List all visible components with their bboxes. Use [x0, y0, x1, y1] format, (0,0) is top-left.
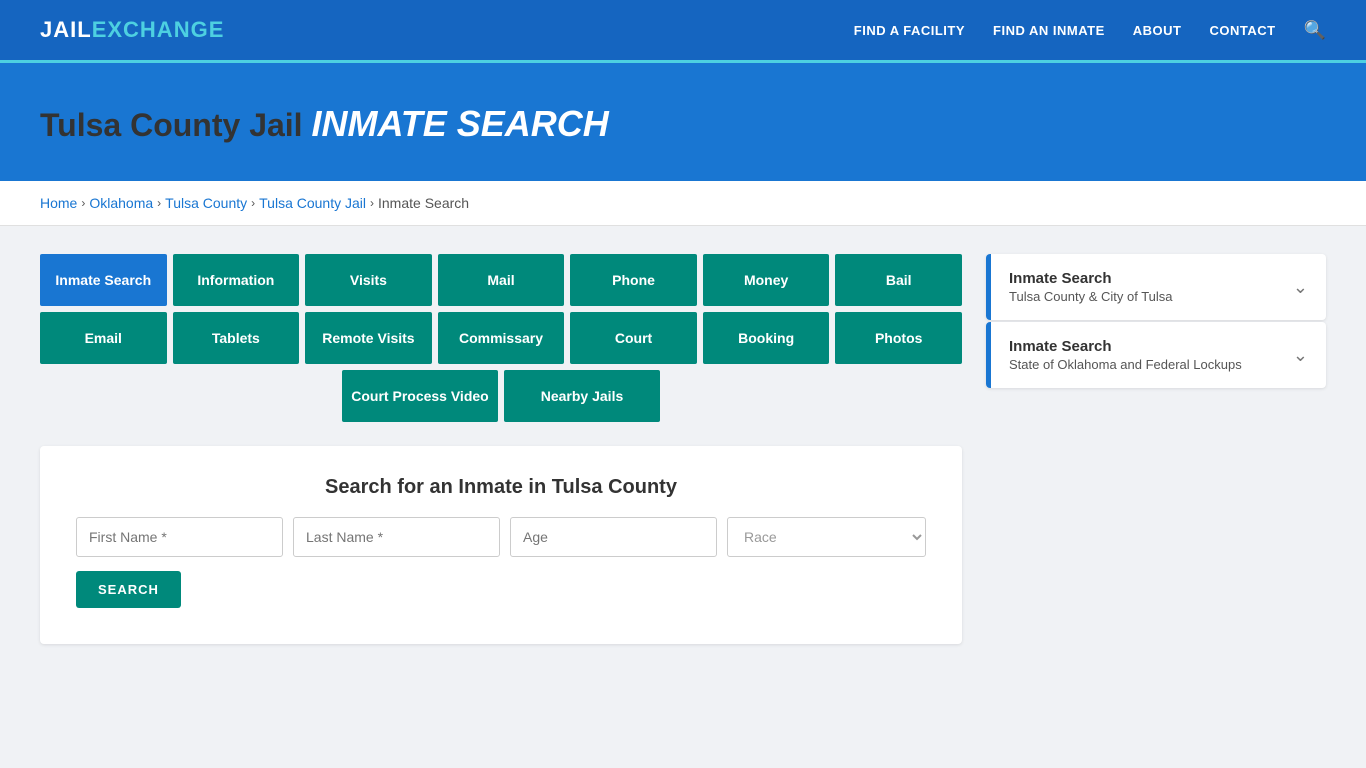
sidebar-card-tulsa-title: Inmate Search — [1009, 270, 1173, 287]
sidebar-card-oklahoma-title: Inmate Search — [1009, 338, 1242, 355]
btn-commissary[interactable]: Commissary — [438, 312, 565, 364]
race-select[interactable]: Race White Black Hispanic Asian Native A… — [727, 517, 926, 557]
right-panel: Inmate Search Tulsa County & City of Tul… — [986, 254, 1326, 390]
hero-title-main: Tulsa County Jail — [40, 107, 303, 143]
logo-exchange: EXCHANGE — [92, 17, 225, 43]
search-button[interactable]: SEARCH — [76, 571, 181, 608]
navbar-links: FIND A FACILITY FIND AN INMATE ABOUT CON… — [854, 20, 1326, 41]
search-box: Search for an Inmate in Tulsa County Rac… — [40, 446, 962, 644]
breadcrumb-home[interactable]: Home — [40, 195, 77, 211]
nav-about[interactable]: ABOUT — [1133, 23, 1182, 38]
breadcrumb-sep-3: › — [370, 196, 374, 210]
nav-contact[interactable]: CONTACT — [1209, 23, 1275, 38]
breadcrumb-tulsa-county[interactable]: Tulsa County — [165, 195, 247, 211]
nav-find-an-inmate[interactable]: FIND AN INMATE — [993, 23, 1105, 38]
last-name-input[interactable] — [293, 517, 500, 557]
search-box-title: Search for an Inmate in Tulsa County — [76, 476, 926, 499]
btn-tablets[interactable]: Tablets — [173, 312, 300, 364]
breadcrumb: Home › Oklahoma › Tulsa County › Tulsa C… — [40, 195, 1326, 211]
nav-find-a-facility[interactable]: FIND A FACILITY — [854, 23, 965, 38]
btn-photos[interactable]: Photos — [835, 312, 962, 364]
hero-section: Tulsa County Jail INMATE SEARCH — [0, 63, 1366, 181]
btn-nearby-jails[interactable]: Nearby Jails — [504, 370, 660, 422]
btn-inmate-search[interactable]: Inmate Search — [40, 254, 167, 306]
btn-mail[interactable]: Mail — [438, 254, 565, 306]
breadcrumb-sep-2: › — [251, 196, 255, 210]
logo-jail: JAIL — [40, 17, 92, 43]
page-title: Tulsa County Jail INMATE SEARCH — [40, 103, 1326, 145]
breadcrumb-sep-0: › — [81, 196, 85, 210]
btn-court[interactable]: Court — [570, 312, 697, 364]
btn-remote-visits[interactable]: Remote Visits — [305, 312, 432, 364]
age-input[interactable] — [510, 517, 717, 557]
first-name-input[interactable] — [76, 517, 283, 557]
btn-phone[interactable]: Phone — [570, 254, 697, 306]
left-panel: Inmate Search Information Visits Mail Ph… — [40, 254, 962, 644]
breadcrumb-oklahoma[interactable]: Oklahoma — [89, 195, 153, 211]
btn-money[interactable]: Money — [703, 254, 830, 306]
sidebar-card-oklahoma-subtitle: State of Oklahoma and Federal Lockups — [1009, 357, 1242, 372]
btn-court-process-video[interactable]: Court Process Video — [342, 370, 498, 422]
breadcrumb-current: Inmate Search — [378, 195, 469, 211]
logo[interactable]: JAILEXCHANGE — [40, 17, 224, 43]
sidebar-card-oklahoma: Inmate Search State of Oklahoma and Fede… — [986, 322, 1326, 388]
btn-email[interactable]: Email — [40, 312, 167, 364]
btn-booking[interactable]: Booking — [703, 312, 830, 364]
btn-bail[interactable]: Bail — [835, 254, 962, 306]
breadcrumb-sep-1: › — [157, 196, 161, 210]
hero-title-italic: INMATE SEARCH — [311, 103, 608, 144]
navbar: JAILEXCHANGE FIND A FACILITY FIND AN INM… — [0, 0, 1366, 60]
btn-information[interactable]: Information — [173, 254, 300, 306]
chevron-down-icon-2: ⌄ — [1293, 345, 1308, 366]
sidebar-card-tulsa-text: Inmate Search Tulsa County & City of Tul… — [1009, 270, 1173, 304]
chevron-down-icon: ⌄ — [1293, 277, 1308, 298]
nav-buttons-row3: Court Process Video Nearby Jails — [40, 370, 962, 422]
sidebar-card-tulsa-header[interactable]: Inmate Search Tulsa County & City of Tul… — [986, 254, 1326, 320]
breadcrumb-bar: Home › Oklahoma › Tulsa County › Tulsa C… — [0, 181, 1366, 226]
sidebar-card-tulsa: Inmate Search Tulsa County & City of Tul… — [986, 254, 1326, 320]
search-fields: Race White Black Hispanic Asian Native A… — [76, 517, 926, 557]
main-content: Inmate Search Information Visits Mail Ph… — [0, 226, 1366, 672]
btn-visits[interactable]: Visits — [305, 254, 432, 306]
breadcrumb-tulsa-county-jail[interactable]: Tulsa County Jail — [259, 195, 366, 211]
search-icon[interactable]: 🔍 — [1304, 20, 1326, 41]
nav-buttons-row1: Inmate Search Information Visits Mail Ph… — [40, 254, 962, 306]
sidebar-card-oklahoma-header[interactable]: Inmate Search State of Oklahoma and Fede… — [986, 322, 1326, 388]
sidebar-card-oklahoma-text: Inmate Search State of Oklahoma and Fede… — [1009, 338, 1242, 372]
sidebar-card-tulsa-subtitle: Tulsa County & City of Tulsa — [1009, 289, 1173, 304]
nav-buttons-row2: Email Tablets Remote Visits Commissary C… — [40, 312, 962, 364]
